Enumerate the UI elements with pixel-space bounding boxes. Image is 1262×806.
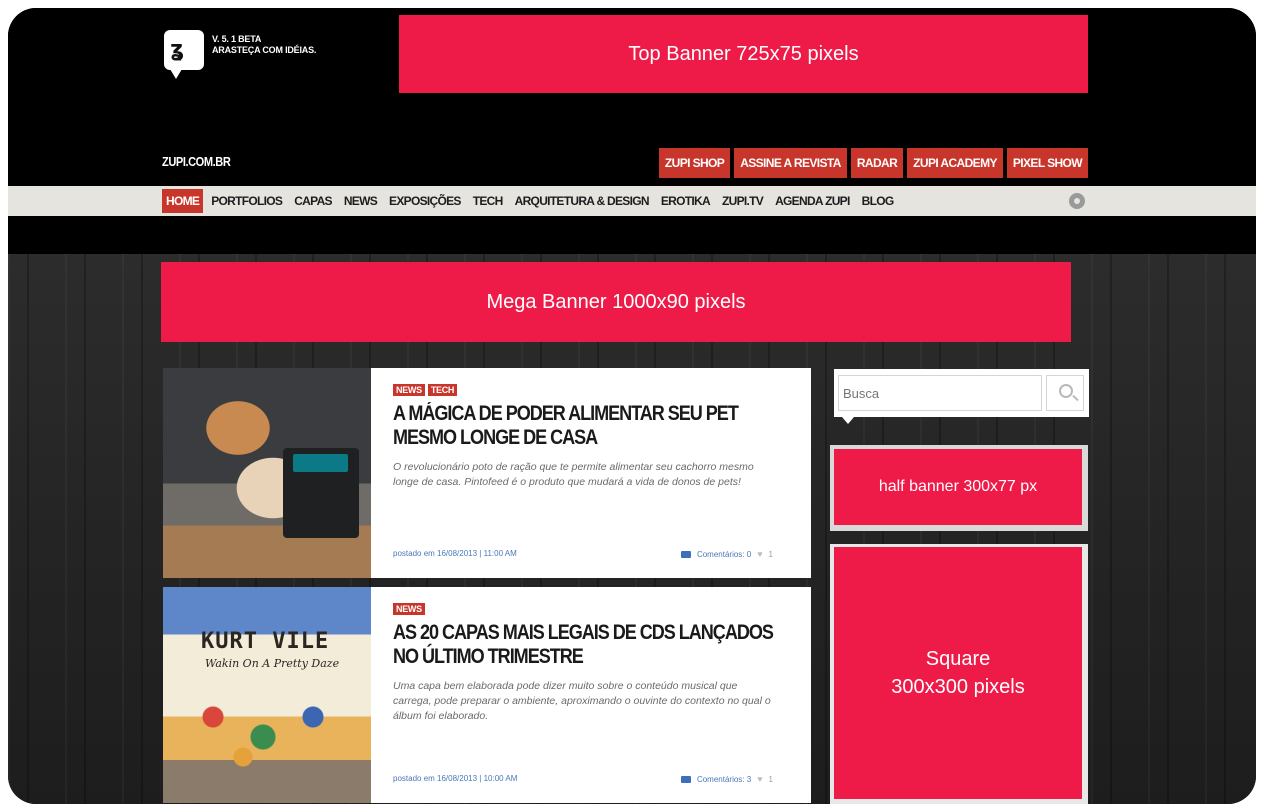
logo-slogan: ARASTEÇA COM IDÉIAS. bbox=[212, 45, 317, 55]
site-name[interactable]: ZUPI.COM.BR bbox=[162, 154, 231, 169]
article-likes: 1 bbox=[768, 774, 773, 784]
rss-icon[interactable] bbox=[1069, 193, 1085, 209]
top-links: ZUPI SHOP ASSINE A REVISTA RADAR ZUPI AC… bbox=[658, 148, 1088, 178]
logo-tagline: V. 5. 1 BETA ARASTEÇA COM IDÉIAS. bbox=[212, 34, 316, 56]
album-subtitle-text: Wakin On A Pretty Daze bbox=[205, 657, 340, 670]
mega-banner[interactable]: Mega Banner 1000x90 pixels bbox=[161, 262, 1071, 342]
nav-item-exposicoes[interactable]: EXPOSIÇÕES bbox=[385, 189, 465, 213]
article-tags: NEWS TECH bbox=[393, 384, 793, 396]
article-excerpt: Uma capa bem elaborada pode dizer muito … bbox=[393, 680, 771, 722]
square-banner-line1: Square bbox=[925, 648, 991, 670]
top-link-pixel-show[interactable]: PIXEL SHOW bbox=[1006, 148, 1088, 178]
nav-item-arquitetura-design[interactable]: ARQUITETURA & DESIGN bbox=[511, 189, 653, 213]
article-card[interactable]: NEWS TECH A MÁGICA DE PODER ALIMENTAR SE… bbox=[163, 368, 811, 578]
heart-icon[interactable]: ♥ bbox=[757, 774, 762, 784]
article-meta: postado em 16/08/2013 | 11:00 AM Comentá… bbox=[393, 549, 793, 559]
article-thumbnail-dog[interactable] bbox=[163, 368, 371, 578]
nav-item-tech[interactable]: TECH bbox=[469, 189, 507, 213]
zupi-logo[interactable]: ʓ bbox=[164, 30, 204, 79]
article-likes: 1 bbox=[768, 549, 773, 559]
nav-item-home[interactable]: HOME bbox=[162, 189, 204, 213]
tag-news[interactable]: NEWS bbox=[393, 384, 425, 396]
top-link-zupi-academy[interactable]: ZUPI ACADEMY bbox=[907, 148, 1003, 178]
album-title-text: KURT VILE bbox=[201, 629, 330, 654]
nav-item-agenda-zupi[interactable]: AGENDA ZUPI bbox=[771, 189, 854, 213]
article-posted-date: postado em 16/08/2013 | 11:00 AM bbox=[393, 549, 517, 558]
article-card[interactable]: KURT VILE Wakin On A Pretty Daze NEWS AS… bbox=[163, 587, 811, 803]
main-nav: HOME PORTFOLIOS CAPAS NEWS EXPOSIÇÕES TE… bbox=[8, 186, 1256, 216]
top-link-assine[interactable]: ASSINE A REVISTA bbox=[734, 148, 847, 178]
article-thumbnail-album[interactable]: KURT VILE Wakin On A Pretty Daze bbox=[163, 587, 371, 803]
nav-item-portfolios[interactable]: PORTFOLIOS bbox=[207, 189, 286, 213]
nav-item-blog[interactable]: BLOG bbox=[858, 189, 898, 213]
comment-icon bbox=[680, 550, 691, 558]
site-header: ʓ V. 5. 1 BETA ARASTEÇA COM IDÉIAS. Top … bbox=[8, 8, 1256, 186]
article-title[interactable]: AS 20 CAPAS MAIS LEGAIS DE CDS LANÇADOS … bbox=[393, 621, 789, 669]
search-button[interactable] bbox=[1046, 375, 1084, 411]
nav-item-zupi-tv[interactable]: ZUPI.TV bbox=[718, 189, 767, 213]
top-link-zupi-shop[interactable]: ZUPI SHOP bbox=[658, 148, 731, 178]
search-icon bbox=[1059, 384, 1073, 398]
tag-news[interactable]: NEWS bbox=[393, 603, 425, 615]
top-banner[interactable]: Top Banner 725x75 pixels bbox=[399, 15, 1088, 93]
square-banner-line2: 300x300 pixels bbox=[891, 676, 1025, 698]
article-comments[interactable]: Comentários: 3 bbox=[697, 775, 751, 784]
search-input[interactable] bbox=[838, 375, 1042, 411]
top-link-radar[interactable]: RADAR bbox=[850, 148, 904, 178]
article-body: NEWS AS 20 CAPAS MAIS LEGAIS DE CDS LANÇ… bbox=[393, 603, 793, 724]
article-tags: NEWS bbox=[393, 603, 793, 615]
search-box bbox=[834, 369, 1089, 424]
article-comments[interactable]: Comentários: 0 bbox=[697, 550, 751, 559]
nav-shadow-strip bbox=[8, 216, 1256, 254]
nav-item-capas[interactable]: CAPAS bbox=[290, 189, 336, 213]
square-banner[interactable]: Square 300x300 pixels bbox=[834, 547, 1082, 799]
article-meta: postado em 16/08/2013 | 10:00 AM Comentá… bbox=[393, 774, 793, 784]
page-frame: ʓ V. 5. 1 BETA ARASTEÇA COM IDÉIAS. Top … bbox=[8, 8, 1256, 804]
nav-item-news[interactable]: NEWS bbox=[340, 189, 381, 213]
nav-item-erotika[interactable]: EROTIKA bbox=[657, 189, 714, 213]
album-art-graffiti bbox=[183, 687, 353, 777]
pet-feeder-image bbox=[283, 448, 359, 538]
heart-icon[interactable]: ♥ bbox=[757, 549, 762, 559]
logo-glyph-icon: ʓ bbox=[170, 37, 185, 62]
article-posted-date: postado em 16/08/2013 | 10:00 AM bbox=[393, 774, 518, 783]
article-title[interactable]: A MÁGICA DE PODER ALIMENTAR SEU PET MESM… bbox=[393, 402, 789, 450]
article-body: NEWS TECH A MÁGICA DE PODER ALIMENTAR SE… bbox=[393, 384, 793, 490]
half-banner[interactable]: half banner 300x77 px bbox=[834, 449, 1082, 525]
article-excerpt: O revolucionário poto de ração que te pe… bbox=[393, 461, 754, 488]
logo-version: V. 5. 1 BETA bbox=[212, 34, 262, 44]
tag-tech[interactable]: TECH bbox=[427, 384, 458, 396]
comment-icon bbox=[680, 775, 691, 783]
